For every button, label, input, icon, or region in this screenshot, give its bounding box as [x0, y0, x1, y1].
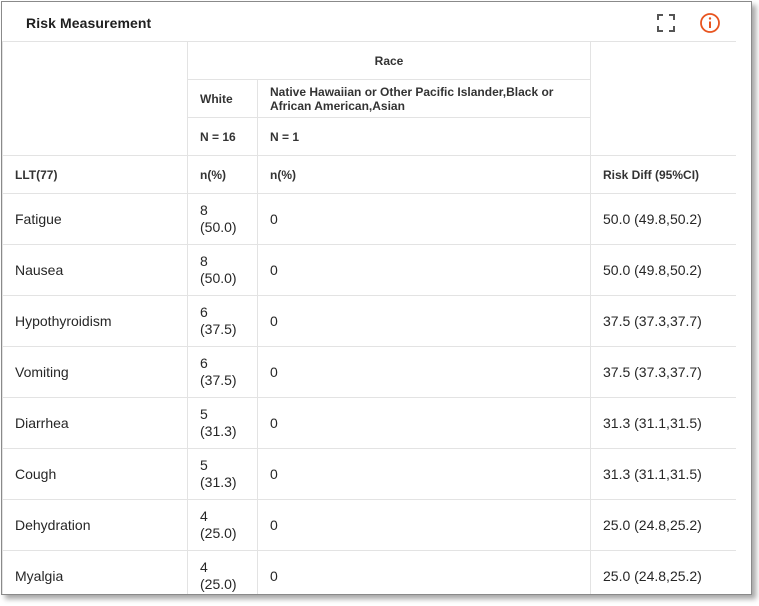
table-row: Hypothyroidism 6 (37.5) 0 37.5 (37.3,37.7…: [2, 295, 736, 347]
risk-diff-cell: 37.5 (37.3,37.7): [590, 295, 736, 347]
other-count-cell: 0: [257, 448, 591, 500]
risk-diff-cell: 50.0 (49.8,50.2): [590, 244, 736, 296]
percent-value: (37.5): [200, 321, 237, 337]
count-value: 8: [200, 253, 208, 269]
table-row: Vomiting 6 (37.5) 0 37.5 (37.3,37.7): [2, 346, 736, 398]
risk-diff-cell: 37.5 (37.3,37.7): [590, 346, 736, 398]
group-other-n: N = 1: [257, 117, 591, 156]
count-value: 4: [200, 508, 208, 524]
term-cell: Cough: [2, 448, 188, 500]
count-value: 6: [200, 304, 208, 320]
risk-diff-cell: 31.3 (31.1,31.5): [590, 397, 736, 449]
white-count-cell: 6 (37.5): [187, 346, 258, 398]
table-row: Diarrhea 5 (31.3) 0 31.3 (31.1,31.5): [2, 397, 736, 449]
count-value: 5: [200, 457, 208, 473]
percent-value: (50.0): [200, 270, 237, 286]
count-value: 8: [200, 202, 208, 218]
percent-value: (31.3): [200, 474, 237, 490]
header-blank-right: [590, 41, 736, 156]
term-cell: Nausea: [2, 244, 188, 296]
other-count-cell: 0: [257, 193, 591, 245]
count-value: 5: [200, 406, 208, 422]
count-value: 6: [200, 355, 208, 371]
llt-column-header: LLT(77): [2, 155, 188, 194]
percent-value: (25.0): [200, 525, 237, 541]
term-cell: Fatigue: [2, 193, 188, 245]
risk-diff-cell: 31.3 (31.1,31.5): [590, 448, 736, 500]
white-count-cell: 8 (50.0): [187, 244, 258, 296]
percent-value: (37.5): [200, 372, 237, 388]
other-count-cell: 0: [257, 550, 591, 594]
risk-table: Race White Native Hawaiian or Other Paci…: [2, 41, 736, 594]
table-container[interactable]: Race White Native Hawaiian or Other Paci…: [2, 41, 736, 594]
white-count-cell: 5 (31.3): [187, 448, 258, 500]
risk-measurement-panel: Risk Measurement Race White Native Hawai…: [1, 1, 752, 595]
other-count-cell: 0: [257, 244, 591, 296]
white-count-cell: 8 (50.0): [187, 193, 258, 245]
expand-icon[interactable]: [655, 12, 677, 34]
term-cell: Hypothyroidism: [2, 295, 188, 347]
table-row: Fatigue 8 (50.0) 0 50.0 (49.8,50.2): [2, 193, 736, 245]
other-count-cell: 0: [257, 397, 591, 449]
info-icon[interactable]: [699, 12, 721, 34]
group-white-header: White: [187, 79, 258, 118]
white-count-cell: 6 (37.5): [187, 295, 258, 347]
other-count-cell: 0: [257, 499, 591, 551]
term-cell: Dehydration: [2, 499, 188, 551]
group-other-header: Native Hawaiian or Other Pacific Islande…: [257, 79, 591, 118]
table-row: Cough 5 (31.3) 0 31.3 (31.1,31.5): [2, 448, 736, 500]
panel-header: Risk Measurement: [2, 2, 751, 42]
risk-diff-cell: 50.0 (49.8,50.2): [590, 193, 736, 245]
group-white-n: N = 16: [187, 117, 258, 156]
white-count-cell: 4 (25.0): [187, 550, 258, 594]
risk-diff-cell: 25.0 (24.8,25.2): [590, 550, 736, 594]
table-row: Nausea 8 (50.0) 0 50.0 (49.8,50.2): [2, 244, 736, 296]
white-count-cell: 4 (25.0): [187, 499, 258, 551]
term-cell: Vomiting: [2, 346, 188, 398]
white-stat-header: n(%): [187, 155, 258, 194]
other-count-cell: 0: [257, 295, 591, 347]
other-stat-header: n(%): [257, 155, 591, 194]
count-value: 4: [200, 559, 208, 575]
panel-title: Risk Measurement: [26, 15, 152, 31]
race-group-header: Race: [187, 41, 591, 80]
risk-diff-header: Risk Diff (95%CI): [590, 155, 736, 194]
table-row: Myalgia 4 (25.0) 0 25.0 (24.8,25.2): [2, 550, 736, 594]
percent-value: (50.0): [200, 219, 237, 235]
other-count-cell: 0: [257, 346, 591, 398]
percent-value: (25.0): [200, 576, 237, 592]
percent-value: (31.3): [200, 423, 237, 439]
white-count-cell: 5 (31.3): [187, 397, 258, 449]
risk-diff-cell: 25.0 (24.8,25.2): [590, 499, 736, 551]
term-cell: Diarrhea: [2, 397, 188, 449]
table-row: Dehydration 4 (25.0) 0 25.0 (24.8,25.2): [2, 499, 736, 551]
term-cell: Myalgia: [2, 550, 188, 594]
header-blank: [2, 41, 188, 156]
